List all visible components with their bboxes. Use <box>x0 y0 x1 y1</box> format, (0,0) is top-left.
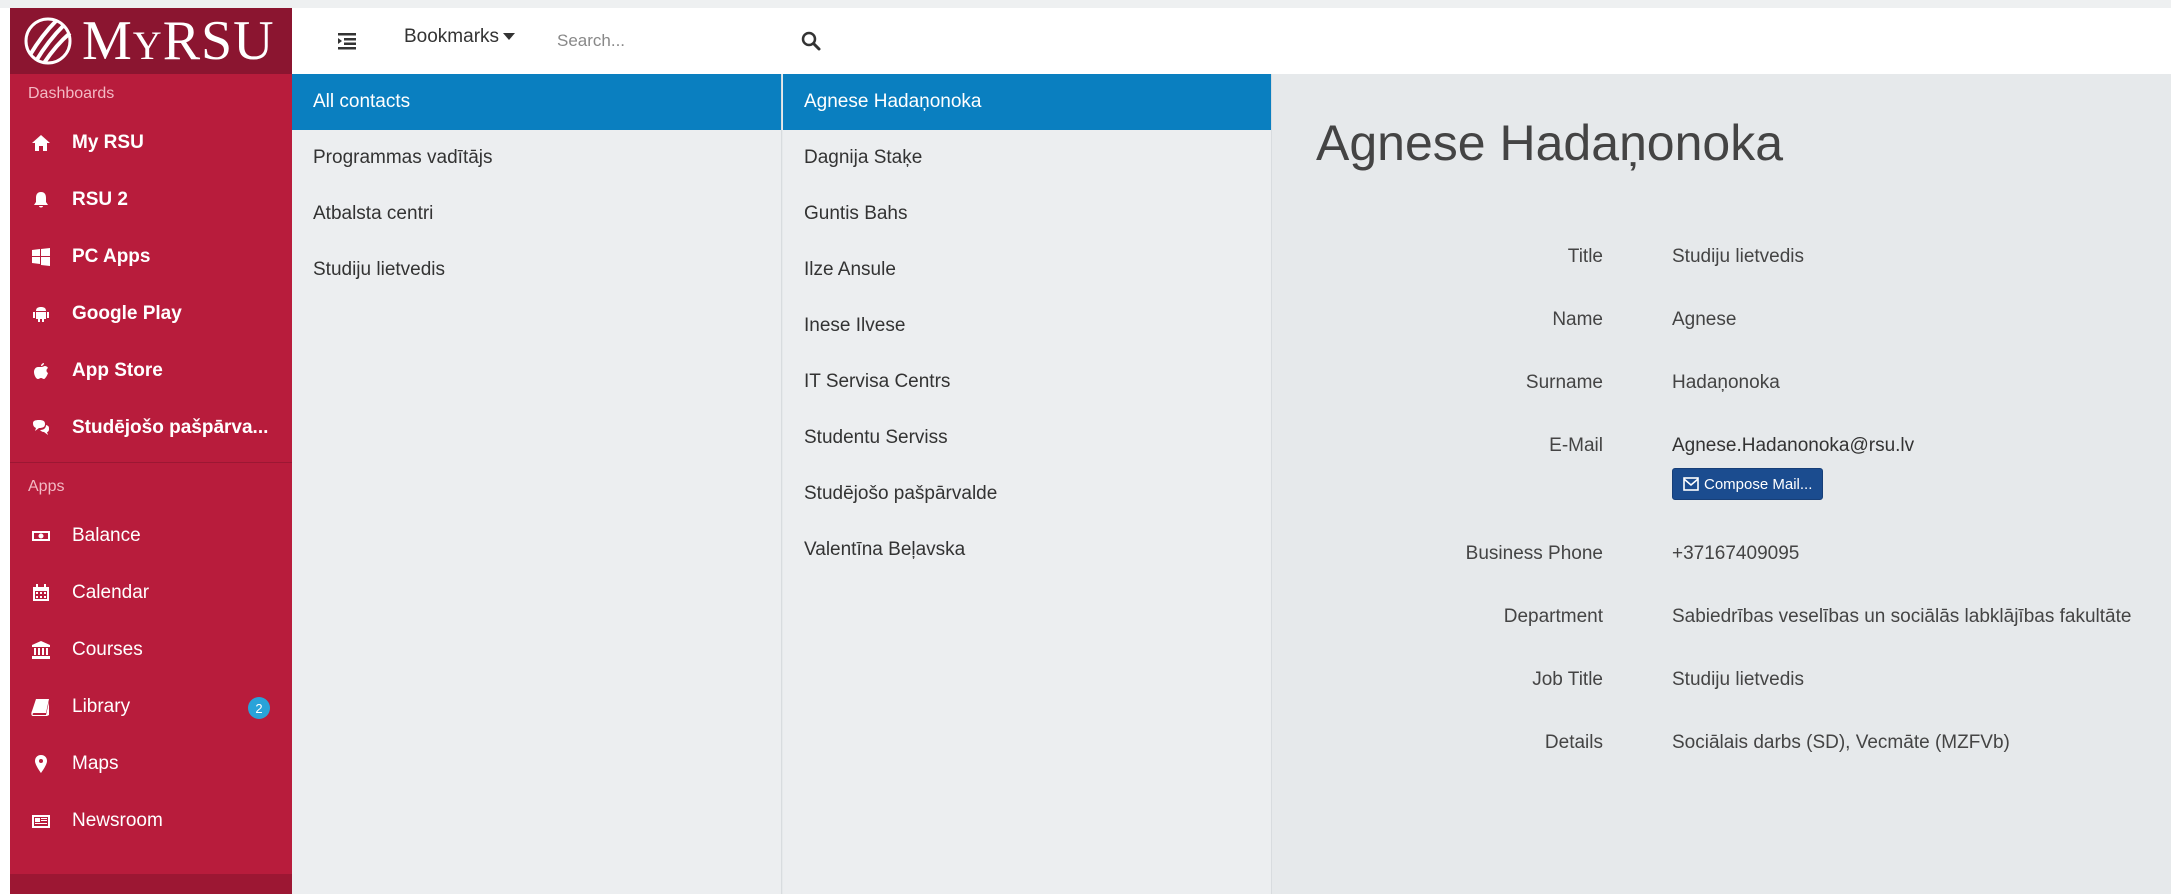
field-label: Job Title <box>1532 669 1603 690</box>
apple-icon <box>30 360 52 382</box>
sidebar-item-label: Courses <box>72 638 143 660</box>
field-value: Studiju lietvedis <box>1672 246 1805 267</box>
institution-icon <box>30 639 52 661</box>
group-item[interactable]: Atbalsta centri <box>292 186 781 242</box>
email-value[interactable]: Agnese.Hadanonoka@rsu.lv <box>1672 435 1914 457</box>
sidebar-item-maps[interactable]: Maps <box>10 735 292 792</box>
contact-item[interactable]: IT Servisa Centrs <box>783 354 1271 410</box>
field-label: Name <box>1552 309 1603 330</box>
field-value: +37167409095 <box>1672 543 1800 564</box>
sidebar-item-label: Library <box>72 695 131 717</box>
contact-item[interactable]: Studentu Serviss <box>783 410 1271 466</box>
compose-mail-label: Compose Mail... <box>1704 475 1813 493</box>
sidebar-item-app-store[interactable]: App Store <box>10 342 292 399</box>
contact-detail: Agnese Hadaņonoka Title Studiju lietvedi… <box>1273 74 2171 894</box>
search-input[interactable] <box>555 25 775 57</box>
field-label: E-Mail <box>1549 435 1603 456</box>
logo[interactable]: MYRSU <box>10 8 292 74</box>
map-marker-icon <box>30 753 52 775</box>
groups-list: All contacts Programmas vadītājs Atbalst… <box>292 74 782 894</box>
sidebar-item-google-play[interactable]: Google Play <box>10 285 292 342</box>
field-label: Surname <box>1525 372 1603 393</box>
sidebar-item-label: My RSU <box>72 131 144 153</box>
sidebar-item-rsu-2[interactable]: RSU 2 <box>10 171 292 228</box>
field-value: Studiju lietvedis <box>1672 669 1805 690</box>
android-icon <box>30 303 52 325</box>
contact-item[interactable]: Guntis Bahs <box>783 186 1271 242</box>
contact-item[interactable]: Dagnija Staķe <box>783 130 1271 186</box>
sidebar: MYRSU Dashboards My RSU RSU 2 PC Apps Go… <box>10 8 292 894</box>
sidebar-item-my-rsu[interactable]: My RSU <box>10 114 292 171</box>
windows-icon <box>30 246 52 268</box>
book-icon <box>30 696 52 718</box>
sidebar-item-courses[interactable]: Courses <box>10 621 292 678</box>
sidebar-item-balance[interactable]: Balance <box>10 507 292 564</box>
sidebar-item-library[interactable]: Library 2 <box>10 678 292 735</box>
contacts-list: Agnese Hadaņonoka Dagnija Staķe Guntis B… <box>783 74 1272 894</box>
library-badge: 2 <box>248 697 270 719</box>
sidebar-item-label: Maps <box>72 752 119 774</box>
logo-text: MYRSU <box>82 10 275 72</box>
contact-item[interactable]: Ilze Ansule <box>783 242 1271 298</box>
envelope-icon <box>1683 477 1699 491</box>
field-label: Department <box>1503 606 1603 627</box>
contact-name-title: Agnese Hadaņonoka <box>1316 115 1784 171</box>
left-strip <box>0 8 10 894</box>
field-label: Details <box>1544 732 1603 753</box>
sidebar-section-dashboards: Dashboards <box>28 85 115 102</box>
field-value: Hadaņonoka <box>1672 372 1780 393</box>
contact-item[interactable]: Valentīna Beļavska <box>783 522 1271 578</box>
group-item-all-contacts[interactable]: All contacts <box>292 74 781 130</box>
field-label: Title <box>1567 246 1603 267</box>
field-value: Sociālais darbs (SD), Vecmāte (MZFVb) <box>1672 732 2010 753</box>
caret-down-icon <box>503 33 516 41</box>
bell-icon <box>30 189 52 211</box>
home-icon <box>30 132 52 154</box>
sidebar-section-apps: Apps <box>28 478 65 495</box>
newspaper-icon <box>30 810 52 832</box>
sidebar-item-calendar[interactable]: Calendar <box>10 564 292 621</box>
sidebar-item-label: Balance <box>72 524 141 546</box>
field-label: Business Phone <box>1465 543 1603 564</box>
sidebar-item-contacts-active[interactable] <box>10 874 292 894</box>
sidebar-divider <box>10 462 292 463</box>
field-value: Agnese <box>1672 309 1737 330</box>
sidebar-item-label: Studējošo pašpārva... <box>72 416 269 438</box>
topbar: Bookmarks <box>292 8 2171 74</box>
sidebar-item-newsroom[interactable]: Newsroom <box>10 792 292 849</box>
menu-toggle-icon[interactable] <box>336 30 358 52</box>
rsu-logo-icon <box>24 17 72 65</box>
top-strip <box>0 0 2171 8</box>
sidebar-item-student-council[interactable]: Studējošo pašpārva... <box>10 399 292 456</box>
compose-mail-button[interactable]: Compose Mail... <box>1672 468 1824 500</box>
sidebar-item-label: RSU 2 <box>72 188 128 210</box>
sidebar-item-label: App Store <box>72 359 163 381</box>
bookmarks-label: Bookmarks <box>404 26 500 47</box>
chat-icon <box>30 417 52 439</box>
bookmarks-dropdown[interactable]: Bookmarks <box>404 26 516 48</box>
money-icon <box>30 525 52 547</box>
group-item[interactable]: Programmas vadītājs <box>292 130 781 186</box>
sidebar-item-label: Newsroom <box>72 809 163 831</box>
sidebar-item-label: Google Play <box>72 302 182 324</box>
contact-item-selected[interactable]: Agnese Hadaņonoka <box>783 74 1271 130</box>
sidebar-item-pc-apps[interactable]: PC Apps <box>10 228 292 285</box>
calendar-icon <box>30 582 52 604</box>
sidebar-item-label: PC Apps <box>72 245 151 267</box>
field-value: Sabiedrības veselības un sociālās labklā… <box>1672 606 2132 627</box>
sidebar-item-label: Calendar <box>72 581 150 603</box>
contact-item[interactable]: Studējošo pašpārvalde <box>783 466 1271 522</box>
search-icon[interactable] <box>800 30 822 52</box>
contact-item[interactable]: Inese Ilvese <box>783 298 1271 354</box>
group-item[interactable]: Studiju lietvedis <box>292 242 781 298</box>
